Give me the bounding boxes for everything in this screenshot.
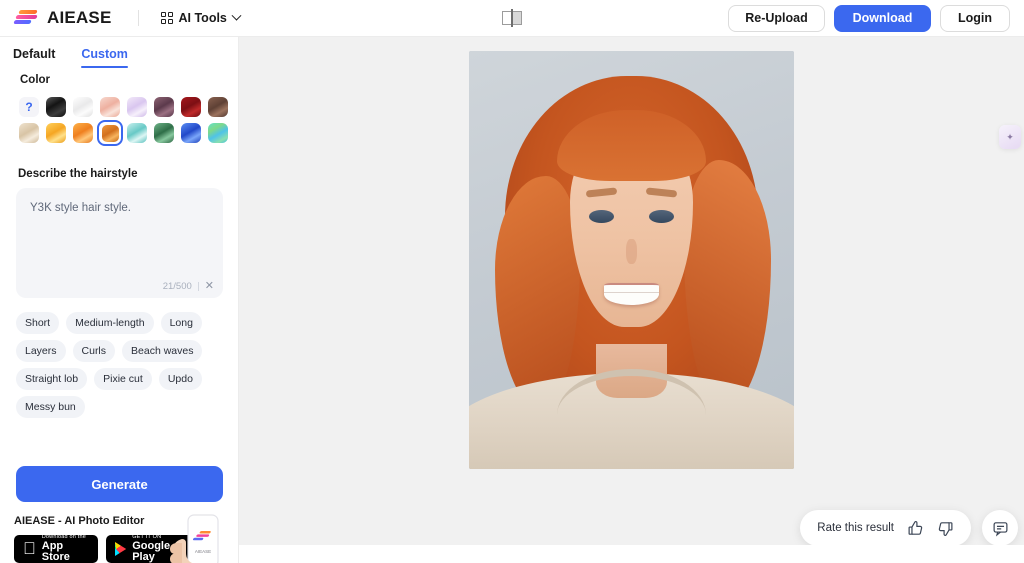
swatch-fill bbox=[127, 123, 147, 143]
tab-default[interactable]: Default bbox=[13, 47, 55, 68]
app-store-badge[interactable]:  Download on the App Store bbox=[14, 534, 98, 563]
sidebar-panel: Default Custom Color ? Describe the hair… bbox=[0, 37, 239, 563]
google-play-icon bbox=[115, 542, 126, 556]
character-counter: 21/500 bbox=[162, 281, 192, 292]
hairstyle-suggestion-chips: Short Medium-length Long Layers Curls Beach w… bbox=[0, 298, 225, 418]
color-swatch-blue[interactable] bbox=[178, 120, 204, 146]
chip-messy-bun[interactable]: Messy bun bbox=[16, 396, 85, 418]
app-store-big: App Store bbox=[29, 541, 82, 563]
compare-toggle-button[interactable] bbox=[499, 7, 525, 29]
mode-tabs: Default Custom bbox=[0, 37, 238, 68]
chip-pixie-cut[interactable]: Pixie cut bbox=[94, 368, 152, 390]
color-swatch-orange[interactable] bbox=[70, 120, 96, 146]
chip-curls[interactable]: Curls bbox=[72, 340, 116, 362]
color-swatch-copper-orange[interactable] bbox=[97, 120, 123, 146]
compare-split-icon bbox=[502, 9, 522, 27]
color-swatch-plum[interactable] bbox=[151, 94, 177, 120]
brand-logo[interactable]: AIEASE bbox=[0, 8, 112, 28]
color-swatch-golden-yellow[interactable] bbox=[43, 120, 69, 146]
hairstyle-description-input[interactable]: Y3K style hair style. 21/500 ✕ bbox=[16, 188, 223, 298]
color-swatch-beige-blonde[interactable] bbox=[16, 120, 42, 146]
hand-holding-phone-illustration: AIEASE bbox=[170, 514, 219, 563]
swatch-fill bbox=[101, 124, 119, 142]
color-swatch-brown[interactable] bbox=[205, 94, 231, 120]
close-icon[interactable]: ✕ bbox=[205, 281, 214, 292]
chat-bubble-icon bbox=[993, 521, 1007, 536]
ai-tools-label: AI Tools bbox=[178, 11, 227, 25]
color-swatch-black[interactable] bbox=[43, 94, 69, 120]
login-button[interactable]: Login bbox=[940, 4, 1010, 32]
swatch-fill bbox=[208, 123, 228, 143]
rate-result-label: Rate this result bbox=[817, 522, 894, 534]
re-upload-button[interactable]: Re-Upload bbox=[728, 4, 825, 32]
swatch-fill bbox=[127, 97, 147, 117]
app-root: AIEASE AI Tools Re-Upload Download Login… bbox=[0, 0, 1024, 563]
color-swatch-rose-pink[interactable] bbox=[97, 94, 123, 120]
download-button[interactable]: Download bbox=[834, 4, 931, 32]
color-swatch-grid: ? bbox=[0, 86, 238, 146]
svg-text:AIEASE: AIEASE bbox=[195, 549, 211, 554]
header-divider bbox=[137, 10, 139, 26]
generate-button[interactable]: Generate bbox=[16, 466, 223, 502]
chip-long[interactable]: Long bbox=[160, 312, 202, 334]
generated-portrait-image[interactable] bbox=[469, 51, 794, 469]
textarea-meta: 21/500 ✕ bbox=[162, 281, 214, 293]
swatch-fill bbox=[46, 123, 66, 143]
swatch-fill bbox=[181, 123, 201, 143]
aiease-logo-icon bbox=[13, 9, 40, 27]
app-promo: AIEASE - AI Photo Editor  Download on t… bbox=[0, 502, 238, 563]
chip-updo[interactable]: Updo bbox=[158, 368, 202, 390]
sparkle-widget-icon[interactable]: ✦ bbox=[999, 125, 1021, 149]
app-body: Default Custom Color ? Describe the hair… bbox=[0, 37, 1024, 563]
color-swatch-crimson-red[interactable] bbox=[178, 94, 204, 120]
thumbs-down-icon[interactable] bbox=[937, 520, 954, 537]
chip-straight-lob[interactable]: Straight lob bbox=[16, 368, 88, 390]
apple-icon:  bbox=[23, 540, 36, 557]
swatch-fill bbox=[208, 97, 228, 117]
swatch-fill bbox=[19, 123, 39, 143]
swatch-fill bbox=[46, 97, 66, 117]
swatch-fill bbox=[181, 97, 201, 117]
swatch-fill bbox=[154, 97, 174, 117]
chevron-down-icon bbox=[231, 10, 242, 21]
swatch-fill bbox=[73, 97, 93, 117]
rate-result-bar: Rate this result bbox=[800, 510, 971, 546]
color-swatch-green[interactable] bbox=[151, 120, 177, 146]
thumbs-up-icon[interactable] bbox=[907, 520, 924, 537]
chip-layers[interactable]: Layers bbox=[16, 340, 66, 362]
feedback-chat-button[interactable] bbox=[982, 510, 1018, 546]
chip-short[interactable]: Short bbox=[16, 312, 60, 334]
color-swatch-platinum-white[interactable] bbox=[70, 94, 96, 120]
swatch-fill bbox=[73, 123, 93, 143]
color-swatch-teal[interactable] bbox=[124, 120, 150, 146]
app-header: AIEASE AI Tools Re-Upload Download Login bbox=[0, 0, 1024, 37]
result-canvas: ✦ Rate this result bbox=[239, 37, 1024, 563]
chip-medium-length[interactable]: Medium-length bbox=[66, 312, 154, 334]
header-actions: Re-Upload Download Login bbox=[728, 4, 1024, 32]
grid-icon bbox=[160, 12, 173, 24]
color-section-label: Color bbox=[20, 74, 51, 86]
canvas-bottom-strip bbox=[239, 545, 1024, 563]
swatch-fill bbox=[100, 97, 120, 117]
swatch-fill bbox=[154, 123, 174, 143]
color-swatch-lavender[interactable] bbox=[124, 94, 150, 120]
brand-name: AIEASE bbox=[47, 8, 112, 27]
swatch-fill: ? bbox=[19, 97, 39, 117]
describe-hairstyle-label: Describe the hairstyle bbox=[18, 168, 138, 180]
ai-tools-menu[interactable]: AI Tools bbox=[160, 10, 242, 25]
generate-section: Generate bbox=[0, 466, 238, 502]
color-swatch-random[interactable]: ? bbox=[16, 94, 42, 120]
color-swatch-multicolor[interactable] bbox=[205, 120, 231, 146]
chip-beach-waves[interactable]: Beach waves bbox=[122, 340, 203, 362]
tab-custom[interactable]: Custom bbox=[81, 47, 128, 68]
hairstyle-description-value: Y3K style hair style. bbox=[30, 202, 131, 214]
